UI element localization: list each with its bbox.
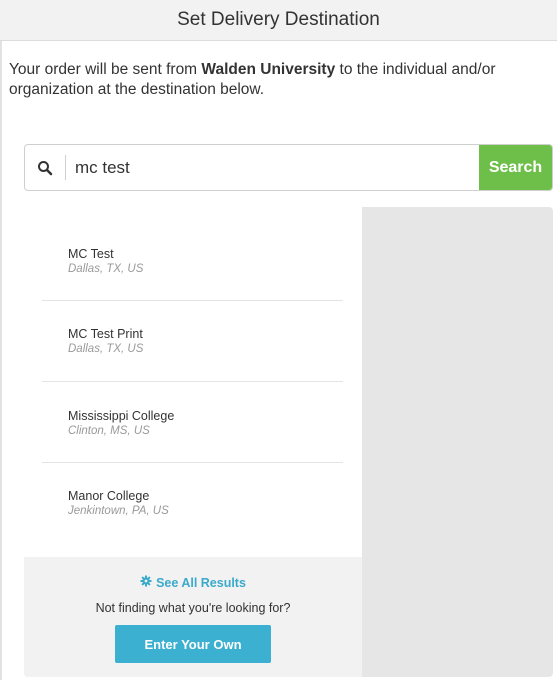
result-location: Dallas, TX, US (68, 343, 144, 355)
list-item[interactable]: Manor College Jenkintown, PA, US (42, 463, 343, 544)
results-footer: See All Results Not finding what you're … (24, 557, 362, 677)
list-item[interactable]: MC Test Dallas, TX, US (42, 220, 343, 301)
search-button[interactable]: Search (479, 145, 552, 190)
see-all-results-link[interactable]: See All Results (24, 575, 362, 590)
see-all-label: See All Results (156, 575, 246, 590)
gear-icon (140, 575, 152, 590)
list-item[interactable]: MC Test Print Dallas, TX, US (42, 301, 343, 382)
result-name: MC Test (68, 247, 114, 261)
result-name: Mississippi College (68, 409, 175, 423)
list-item[interactable]: Mississippi College Clinton, MS, US (42, 382, 343, 463)
search-divider (65, 155, 66, 180)
page-header: Set Delivery Destination (0, 0, 557, 41)
result-location: Clinton, MS, US (68, 425, 150, 437)
results-list: MC Test Dallas, TX, US MC Test Print Dal… (24, 207, 362, 557)
result-name: Manor College (68, 489, 150, 503)
not-finding-text: Not finding what you're looking for? (95, 601, 291, 615)
intro-prefix: Your order will be sent from (9, 61, 202, 78)
result-location: Jenkintown, PA, US (68, 505, 169, 517)
page-title: Set Delivery Destination (177, 9, 380, 30)
intro-text: Your order will be sent from Walden Univ… (9, 60, 549, 100)
page-border (0, 41, 2, 680)
search-input[interactable] (75, 145, 475, 190)
search-bar: Search (24, 144, 553, 191)
enter-your-own-button[interactable]: Enter Your Own (115, 625, 271, 663)
result-location: Dallas, TX, US (68, 263, 144, 275)
search-icon (25, 145, 65, 190)
result-name: MC Test Print (68, 327, 143, 341)
school-name: Walden University (201, 61, 336, 78)
